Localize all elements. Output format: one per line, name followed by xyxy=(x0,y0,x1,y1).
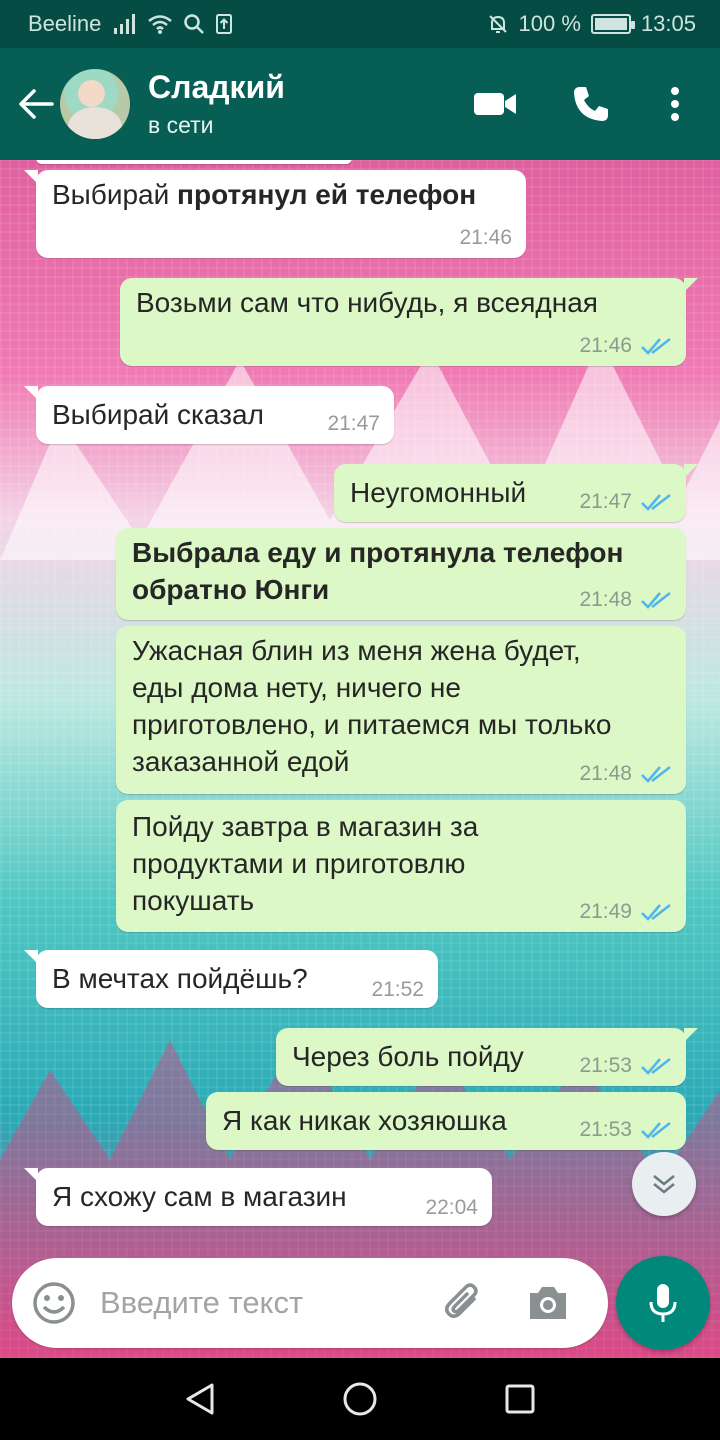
upload-icon xyxy=(216,14,233,34)
contact-name: Сладкий xyxy=(148,69,285,105)
message-time: 21:49 xyxy=(579,900,632,923)
message-outgoing[interactable]: Выбрала еду и протянула телефон обратно … xyxy=(116,528,686,620)
clock: 13:05 xyxy=(640,11,696,36)
chat-header: Сладкий в сети xyxy=(0,48,720,160)
message-incoming[interactable]: Выбирай сказал 21:47 xyxy=(24,386,394,444)
phone-icon xyxy=(574,87,608,121)
message-incoming[interactable]: В мечтах пойдёшь? 21:52 xyxy=(24,950,438,1008)
chat-area[interactable]: Выбирай протянул ей телефон 21:46 Возьми… xyxy=(0,160,720,1358)
double-check-icon xyxy=(641,338,671,355)
double-chevron-down-icon xyxy=(653,1175,675,1194)
emoji-icon[interactable] xyxy=(30,1279,78,1327)
message-partial[interactable] xyxy=(36,160,352,164)
video-call-button[interactable] xyxy=(460,69,530,139)
double-check-icon xyxy=(641,904,671,921)
double-check-icon xyxy=(641,1058,671,1075)
mute-bell-icon xyxy=(488,15,507,33)
message-text: Выбирай xyxy=(52,179,178,210)
message-outgoing[interactable]: Я как никак хозяюшка 21:53 xyxy=(206,1092,686,1150)
square-recents-icon xyxy=(505,1384,535,1414)
attach-icon[interactable] xyxy=(440,1279,488,1327)
battery-percent: 100 % xyxy=(518,11,581,36)
message-time: 21:47 xyxy=(579,490,632,513)
message-text: В мечтах пойдёшь? xyxy=(52,963,308,994)
message-outgoing[interactable]: Неугомонный 21:47 xyxy=(334,464,698,522)
message-outgoing[interactable]: Возьми сам что нибудь, я всеядная 21:46 xyxy=(120,278,698,366)
contact-status: в сети xyxy=(148,112,214,138)
message-time: 21:53 xyxy=(579,1118,632,1141)
message-text: Ужасная блин из меня жена будет, еды дом… xyxy=(132,635,612,777)
battery-fill xyxy=(594,18,627,30)
double-check-icon xyxy=(641,494,671,511)
double-check-icon xyxy=(641,592,671,609)
double-check-icon xyxy=(641,1122,671,1139)
contact-info[interactable]: Сладкий в сети xyxy=(148,68,285,140)
search-icon xyxy=(184,14,205,34)
message-composer xyxy=(12,1258,608,1348)
avatar[interactable] xyxy=(60,69,130,139)
message-outgoing[interactable]: Пойду завтра в магазин за продуктами и п… xyxy=(116,800,686,932)
battery-icon xyxy=(590,14,635,34)
mic-icon xyxy=(649,1284,677,1322)
message-input[interactable] xyxy=(100,1285,430,1321)
double-check-icon xyxy=(641,766,671,783)
status-bar: Beeline 100 % 13:05 xyxy=(0,0,720,48)
message-time: 21:47 xyxy=(327,412,380,435)
voice-call-button[interactable] xyxy=(556,69,626,139)
signal-icon xyxy=(114,14,136,34)
message-time: 22:04 xyxy=(425,1196,478,1219)
more-options-icon xyxy=(671,87,679,121)
message-time: 21:46 xyxy=(459,226,512,249)
back-arrow-icon xyxy=(19,89,54,119)
nav-back-button[interactable] xyxy=(170,1369,230,1429)
message-incoming[interactable]: Выбирай протянул ей телефон 21:46 xyxy=(24,170,526,258)
message-text: Я схожу сам в магазин xyxy=(52,1181,347,1212)
message-time: 21:53 xyxy=(579,1054,632,1077)
nav-home-button[interactable] xyxy=(330,1369,390,1429)
message-time: 21:48 xyxy=(579,762,632,785)
message-time: 21:52 xyxy=(371,978,424,1001)
nav-recents-button[interactable] xyxy=(490,1369,550,1429)
system-nav-bar xyxy=(0,1358,720,1440)
message-time: 21:46 xyxy=(579,334,632,357)
more-options-button[interactable] xyxy=(640,69,710,139)
message-outgoing[interactable]: Через боль пойду 21:53 xyxy=(276,1028,698,1086)
circle-home-icon xyxy=(343,1382,377,1416)
message-text: Возьми сам что нибудь, я всеядная xyxy=(136,287,598,318)
back-button[interactable] xyxy=(6,74,66,134)
camera-icon[interactable] xyxy=(524,1279,572,1327)
scroll-to-bottom-button[interactable] xyxy=(632,1152,696,1216)
message-outgoing[interactable]: Ужасная блин из меня жена будет, еды дом… xyxy=(116,626,686,794)
video-call-icon xyxy=(474,93,516,115)
message-incoming[interactable]: Я схожу сам в магазин 22:04 xyxy=(24,1168,492,1226)
wifi-icon xyxy=(148,15,173,34)
carrier-name: Beeline xyxy=(28,11,102,36)
message-time: 21:48 xyxy=(579,588,632,611)
voice-record-button[interactable] xyxy=(616,1256,710,1350)
triangle-back-icon xyxy=(186,1383,214,1415)
message-action-text: протянул ей телефон xyxy=(177,179,477,210)
